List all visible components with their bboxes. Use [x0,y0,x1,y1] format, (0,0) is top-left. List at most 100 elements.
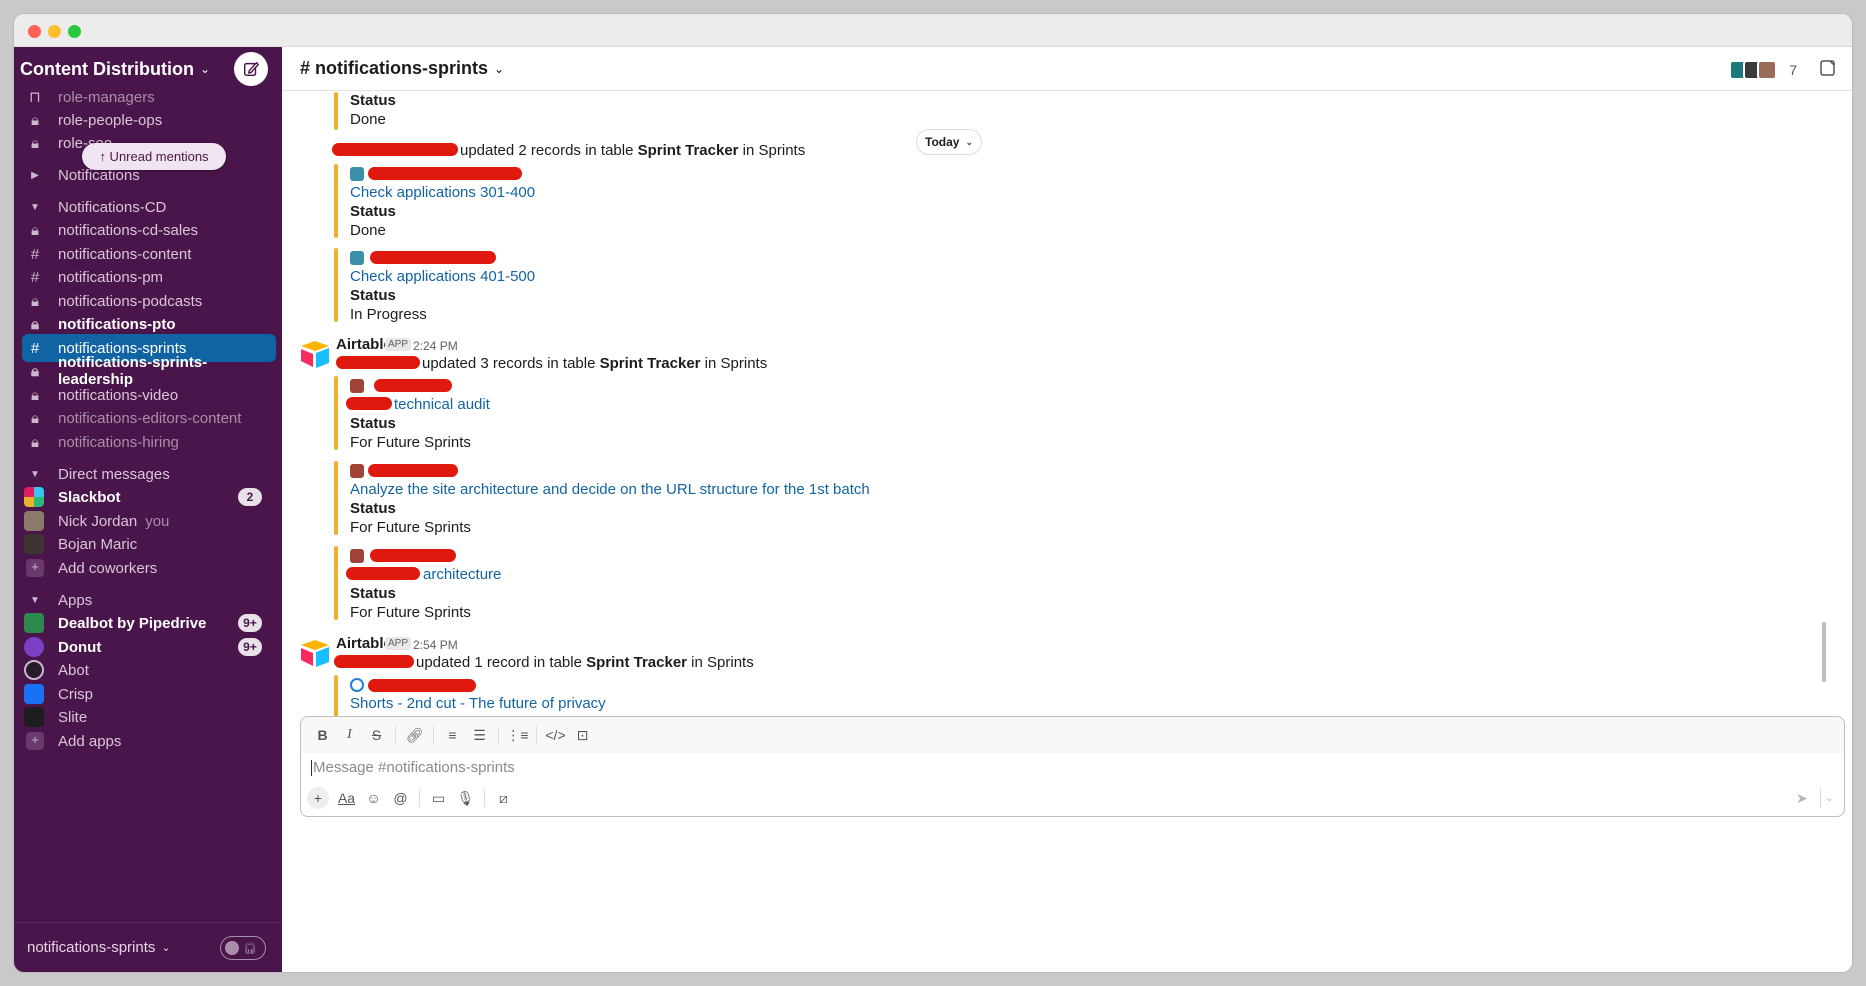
shortcuts-icon[interactable]: ⧄ [490,786,517,810]
timestamp[interactable]: 2:24 PM [413,339,458,353]
member-count: 7 [1789,62,1797,78]
message-input[interactable]: Message #notifications-sprints [311,759,1811,779]
field-label: Status [350,287,396,304]
channel-view: # notifications-sprints ⌄ 7 Today ⌄ Statu… [282,47,1852,972]
record-link[interactable]: Check applications 401-500 [350,268,535,285]
workspace-header[interactable]: Content Distribution ⌄ [14,47,282,91]
chevron-down-icon[interactable]: ⌄ [1820,788,1838,808]
code-block-icon[interactable]: ⊡ [569,723,596,747]
bulleted-list-icon[interactable]: ☰ [466,723,493,747]
caret-down-icon: ▼ [30,201,40,213]
footer-channel-label[interactable]: notifications-sprints [27,939,155,956]
emoji-icon[interactable]: ☺ [360,786,387,810]
attachment-bar [334,461,338,535]
canvas-icon[interactable] [1818,58,1838,78]
italic-icon[interactable]: I [336,723,363,747]
blockquote-icon[interactable]: ⋮≡ [504,723,531,747]
lock-icon: 🔒︎ [31,433,39,451]
workspace-name[interactable]: Content Distribution [20,59,194,80]
sidebar-item-label: notifications-pto [58,315,176,333]
channel-title[interactable]: # notifications-sprints [300,58,488,79]
microphone-icon[interactable]: 🎙︎ [452,786,479,810]
date-label: Today [925,135,960,149]
hash-icon: # [30,268,40,286]
sender-name[interactable]: Airtable [336,635,392,652]
redacted-name [334,655,414,668]
sidebar-item-label: notifications-podcasts [58,292,203,310]
member-list-button[interactable]: 7 [1729,60,1797,80]
record-link[interactable]: Analyze the site architecture and decide… [350,481,870,498]
plus-icon: + [26,559,44,577]
record-link[interactable]: Check applications 301-400 [350,184,535,201]
sidebar-item-label: Add apps [58,732,122,750]
date-divider-button[interactable]: Today ⌄ [916,129,982,155]
unread-badge: 2 [238,488,262,506]
caret-right-icon: ▶ [31,169,39,181]
record-link[interactable]: technical audit [394,396,490,413]
hash-icon: # [30,245,40,263]
text-format-icon[interactable]: Aa [333,786,360,810]
member-avatar [1757,60,1778,80]
close-window-button[interactable] [28,25,41,38]
sidebar-item-label: notifications-content [58,245,192,263]
user-icon [350,678,364,692]
lock-icon: ⊓ [29,89,41,106]
chevron-down-icon[interactable]: ⌄ [494,62,504,76]
bold-icon[interactable]: B [309,723,336,747]
redacted-name [370,251,496,264]
dealbot-icon [24,613,44,633]
field-label: Status [350,585,396,602]
field-value: Done [350,222,386,239]
app-tag: APP [385,338,412,351]
scrollbar[interactable] [1822,622,1826,682]
lock-icon: 🔒︎ [31,134,39,152]
sidebar-item-label: notifications-video [58,386,179,404]
timestamp[interactable]: 2:54 PM [413,638,458,652]
maximize-window-button[interactable] [68,25,81,38]
record-link[interactable]: Shorts - 2nd cut - The future of privacy [350,695,606,712]
plus-icon: + [26,732,44,750]
sidebar-footer[interactable]: notifications-sprints ⌄ 🎧︎ [14,922,282,972]
composer-actions: + Aa ☺ @ ▭ 🎙︎ ⧄ [307,786,517,810]
minimize-window-button[interactable] [48,25,61,38]
user-avatar [24,511,44,531]
divider [433,726,434,744]
mention-icon[interactable]: @ [387,786,414,810]
ordered-list-icon[interactable]: ≡ [439,723,466,747]
unread-mentions-button[interactable]: ↑ Unread mentions [82,143,226,170]
user-avatar [24,534,44,554]
airtable-logo [301,640,329,667]
strikethrough-icon[interactable]: S [363,723,390,747]
huddle-toggle[interactable]: 🎧︎ [220,936,266,960]
redacted-name [368,464,458,477]
summary-text: updated 1 record in table [416,654,587,671]
chevron-down-icon: ⌄ [199,62,211,76]
plus-icon[interactable]: + [307,787,329,809]
sender-name[interactable]: Airtable [336,336,392,353]
redacted-name [332,143,458,156]
sidebar-item-label: Crisp [58,685,94,703]
channel-header: # notifications-sprints ⌄ 7 [282,47,1852,91]
attachment-bar [334,164,338,238]
field-label: Status [350,500,396,517]
lock-icon: 🔒︎ [31,292,39,310]
record-link[interactable]: architecture [423,566,501,583]
section-label: Notifications-CD [58,198,167,216]
lock-icon: 🔒︎ [31,315,39,333]
compose-button[interactable] [234,52,268,86]
sidebar: Content Distribution ⌄ ↑ Unread mentions… [14,47,282,972]
chevron-down-icon: ⌄ [965,136,973,147]
code-icon[interactable]: </> [542,723,569,747]
slite-icon [24,707,44,727]
add-apps-button[interactable]: + Add apps [14,727,282,755]
sidebar-item-label: Donut [58,638,102,656]
sidebar-item-label: notifications-hiring [58,433,179,451]
add-coworkers-button[interactable]: + Add coworkers [14,554,282,582]
send-icon[interactable]: ➤ [1790,788,1814,808]
link-icon[interactable]: 🔗︎ [401,723,428,747]
unread-badge: 9+ [238,614,262,632]
sidebar-item-label: role-managers [58,88,155,106]
video-icon[interactable]: ▭ [425,786,452,810]
sidebar-item-notifications-hiring[interactable]: 🔒︎ notifications-hiring [14,428,282,456]
lock-icon: 🔒︎ [31,221,39,239]
